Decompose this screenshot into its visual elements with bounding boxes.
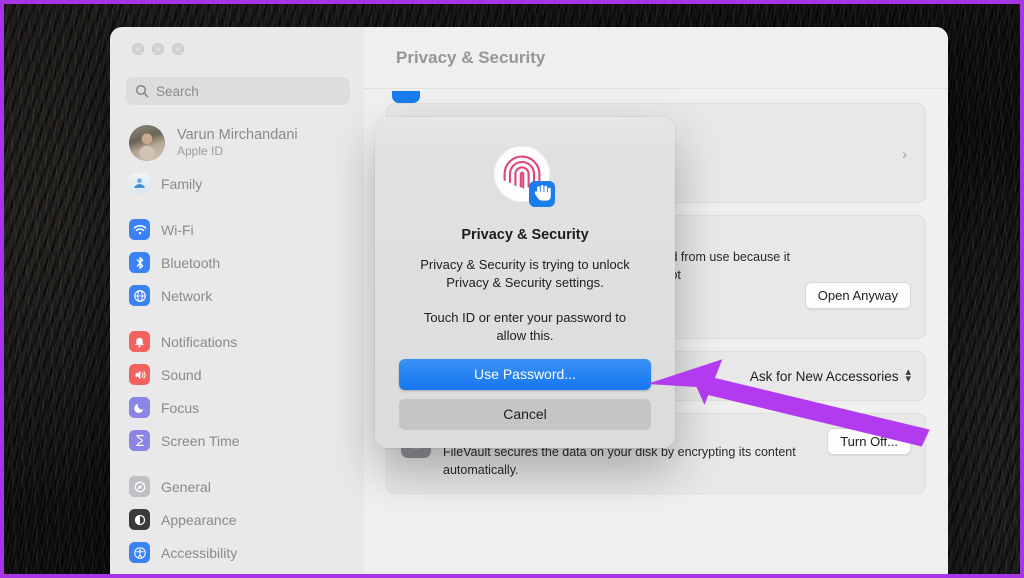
sound-icon [129,364,150,385]
filevault-description: FileVault secures the data on your disk … [443,445,796,478]
notifications-icon [129,331,150,352]
sidebar-item-label: Focus [161,399,200,416]
sidebar-item-apple-id[interactable]: Varun Mirchandani Apple ID [110,119,364,167]
general-icon [129,476,150,497]
sidebar-item-sound[interactable]: Sound [110,358,364,391]
sidebar-item-screen-time[interactable]: Screen Time [110,424,364,457]
accessories-popup-button[interactable]: Ask for New Accessories ▴ ▾ [749,367,911,385]
sidebar-divider [110,200,364,213]
window-controls[interactable] [110,27,364,55]
sidebar-item-accessibility[interactable]: Accessibility [110,536,364,569]
sidebar-item-label: Family [161,175,203,192]
sidebar-item-label: Notifications [161,333,238,350]
sidebar-item-focus[interactable]: Focus [110,391,364,424]
sidebar-item-label: Bluetooth [161,254,221,271]
dialog-message2-line2: allow this. [496,327,554,343]
search-icon [135,84,149,98]
up-down-stepper-icon[interactable]: ▴ ▾ [905,367,911,385]
sidebar-item-label: Wi-Fi [161,221,194,238]
minimize-button[interactable] [152,43,164,55]
dialog-message-line2: Privacy & Security settings. [446,274,604,290]
accessibility-icon [129,542,150,563]
sidebar-item-notifications[interactable]: Notifications [110,325,364,358]
sidebar-item-family[interactable]: Family [110,167,364,200]
sidebar-item-label: Appearance [161,511,237,528]
cancel-button[interactable]: Cancel [399,398,651,430]
screen-time-icon [129,430,150,451]
use-password-button[interactable]: Use Password... [399,358,651,390]
page-title: Privacy & Security [396,47,546,67]
sidebar: Search Varun Mirchandani Apple ID Family… [110,27,364,574]
sidebar-divider [110,312,364,325]
open-anyway-button[interactable]: Open Anyway [804,282,911,309]
chevron-right-icon[interactable]: › [902,146,911,163]
zoom-button[interactable] [172,43,184,55]
account-name: Varun Mirchandani [177,126,298,143]
dialog-message-line1: Privacy & Security is trying to unlock [420,257,630,272]
sidebar-item-label: General [161,478,211,495]
sidebar-item-appearance[interactable]: Appearance [110,503,364,536]
dialog-title: Privacy & Security [461,227,589,243]
sidebar-divider [110,457,364,470]
sidebar-item-general[interactable]: General [110,470,364,503]
sidebar-item-label: Screen Time [161,432,240,449]
wifi-icon [129,219,150,240]
sidebar-item-wifi[interactable]: Wi-Fi [110,213,364,246]
dialog-message2-line1: Touch ID or enter your password to [423,309,627,325]
appearance-icon [129,509,150,530]
sidebar-item-label: Sound [161,366,202,383]
sidebar-list: Varun Mirchandani Apple ID Family Wi-Fi … [110,119,364,569]
focus-icon [129,397,150,418]
sidebar-item-label: Network [161,287,213,304]
clipped-blue-icon [392,91,420,103]
search-input[interactable]: Search [126,77,350,105]
sidebar-item-network[interactable]: Network [110,279,364,312]
scrolled-row-peek [386,89,926,103]
avatar [129,125,165,161]
sheet-icon [491,143,559,211]
touch-id-authentication-dialog: Privacy & Security Privacy & Security is… [375,117,675,448]
family-icon [129,173,150,194]
account-subtitle: Apple ID [177,144,224,159]
sidebar-item-label: Accessibility [161,544,238,561]
bluetooth-icon [129,252,150,273]
search-placeholder: Search [156,83,199,99]
network-icon [129,285,150,306]
accessories-value: Ask for New Accessories [749,368,899,384]
sidebar-item-bluetooth[interactable]: Bluetooth [110,246,364,279]
close-button[interactable] [132,43,144,55]
screenshot-root: Search Varun Mirchandani Apple ID Family… [0,0,1024,578]
touch-id-fingerprint-icon [493,145,555,207]
content-header: Privacy & Security [364,27,948,89]
filevault-turn-off-button[interactable]: Turn Off... [827,428,911,455]
